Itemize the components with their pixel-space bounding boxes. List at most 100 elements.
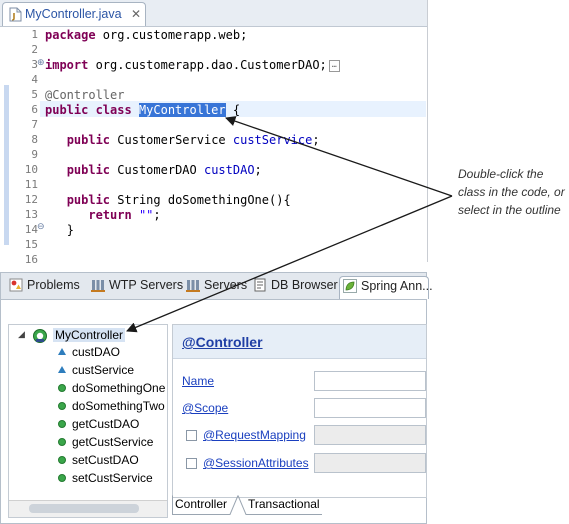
outline-root-mycontroller[interactable]: MyController xyxy=(53,328,126,342)
java-file-icon: J xyxy=(9,7,22,22)
code-text: String doSomethingOne(){ xyxy=(110,193,291,207)
line-number: 8 xyxy=(31,133,38,146)
editor-tab-bar: J MyController.java ✕ xyxy=(0,0,427,27)
tab-problems[interactable]: Problems xyxy=(9,276,85,298)
details-title[interactable]: @Controller xyxy=(182,334,263,350)
method-icon xyxy=(58,420,66,428)
code-text: ; xyxy=(254,163,262,177)
session-attributes-checkbox[interactable] xyxy=(186,458,197,469)
annotation-type-tabs: Controller Transactional xyxy=(172,495,425,515)
outline-item-label: getCustService xyxy=(72,435,154,449)
code-text: } xyxy=(66,223,74,237)
code-text: ; xyxy=(312,133,320,147)
outline-item-setcustservice[interactable]: setCustService xyxy=(58,471,153,485)
code-line-12[interactable]: public CustomerDAO custDAO; xyxy=(45,163,262,177)
session-attributes-input xyxy=(314,453,426,473)
line-number: 12 xyxy=(24,193,38,206)
outline-item-label: setCustService xyxy=(72,471,153,485)
code-line-10[interactable]: public CustomerService custService; xyxy=(45,133,320,147)
tab-spring-annotations[interactable]: Spring Ann... xyxy=(339,276,433,299)
scrollbar-thumb[interactable] xyxy=(29,504,139,513)
scope-link[interactable]: @Scope xyxy=(182,401,228,415)
code-line-15[interactable]: return ""; xyxy=(45,208,161,222)
views-panel: Problems WTP Servers Servers DB Browser … xyxy=(0,272,433,524)
line-number: 11 xyxy=(24,178,38,191)
outline-item-getcustdao[interactable]: getCustDAO xyxy=(58,417,140,431)
scope-input[interactable] xyxy=(314,398,426,418)
method-icon xyxy=(58,474,66,482)
tab-wtp-servers[interactable]: WTP Servers xyxy=(91,276,183,298)
code-keyword: public xyxy=(66,133,111,147)
outline-item-label: custService xyxy=(72,363,135,377)
line-number: 7 xyxy=(31,118,38,131)
request-mapping-checkbox[interactable] xyxy=(186,430,197,441)
views-tab-bar: Problems WTP Servers Servers DB Browser … xyxy=(1,273,433,300)
line-number: 13 xyxy=(24,208,38,221)
tab-label: WTP Servers xyxy=(109,278,184,292)
outline-item-getcustservice[interactable]: getCustService xyxy=(58,435,154,449)
code-text: ; xyxy=(153,208,161,222)
tab-controller[interactable]: Controller xyxy=(175,497,227,516)
line-number: 15 xyxy=(24,238,38,251)
code-line-14[interactable]: public String doSomethingOne(){ xyxy=(45,193,291,207)
tab-servers[interactable]: Servers xyxy=(186,276,248,298)
horizontal-scrollbar[interactable] xyxy=(9,500,167,517)
request-mapping-input xyxy=(314,425,426,445)
outline-item-dosomethingone[interactable]: doSomethingOne xyxy=(58,381,166,395)
close-icon[interactable]: ✕ xyxy=(131,7,141,21)
problems-icon xyxy=(9,278,23,292)
tab-transactional[interactable]: Transactional xyxy=(248,497,320,516)
selected-class-name[interactable]: MyController xyxy=(138,103,226,117)
line-number: 6 xyxy=(31,103,38,116)
code-line-7[interactable]: @Controller xyxy=(45,88,124,102)
code-keyword: public xyxy=(66,163,111,177)
tab-label: Servers xyxy=(204,278,248,292)
name-link[interactable]: Name xyxy=(182,374,214,388)
outline-item-label: custDAO xyxy=(72,345,121,359)
code-keyword: public class xyxy=(45,103,139,117)
session-attributes-link[interactable]: @SessionAttributes xyxy=(203,456,309,470)
code-line-16[interactable]: } xyxy=(45,223,74,237)
outline-item-label: setCustDAO xyxy=(72,453,139,467)
fold-expand-icon[interactable]: ⊕ xyxy=(37,58,45,68)
field-icon xyxy=(58,348,66,355)
editor-tab-mycontroller[interactable]: J MyController.java ✕ xyxy=(2,2,146,26)
code-field: custDAO xyxy=(203,163,255,177)
editor-gutter: 1 2 3 4 5 6 7 8 9 10 11 12 13 14 15 16 ⊕… xyxy=(4,27,45,266)
outline-item-label: doSomethingTwo xyxy=(72,399,165,413)
tab-label: Spring Ann... xyxy=(361,279,433,293)
servers-icon xyxy=(186,280,200,292)
servers-icon xyxy=(91,280,105,292)
outline-item-custdao[interactable]: custDAO xyxy=(58,345,121,359)
outline-item-setcustdao[interactable]: setCustDAO xyxy=(58,453,139,467)
outline-item-custservice[interactable]: custService xyxy=(58,363,135,377)
annotation-outline-tree: ◢ MyController custDAO custService doSom… xyxy=(8,324,168,518)
line-number: 10 xyxy=(24,163,38,176)
collapsed-imports-icon[interactable]: … xyxy=(328,59,340,72)
code-text: org.customerapp.web; xyxy=(95,28,248,42)
tab-label: DB Browser xyxy=(271,278,338,292)
code-line-1[interactable]: package org.customerapp.web; xyxy=(45,28,247,42)
line-number: 3 xyxy=(31,58,38,71)
code-line-3[interactable]: import org.customerapp.dao.CustomerDAO;… xyxy=(45,58,340,72)
name-input[interactable] xyxy=(314,371,426,391)
code-annotation: @Controller xyxy=(45,88,125,102)
line-number: 2 xyxy=(31,43,38,56)
callout-text: Double-click the class in the code, or s… xyxy=(458,167,565,217)
annotation-details-form: @Controller Name @Scope @RequestMapping … xyxy=(172,324,427,498)
chevron-down-icon[interactable]: ◢ xyxy=(18,330,25,340)
code-text: { xyxy=(225,103,241,117)
line-number: 5 xyxy=(31,88,38,101)
fold-collapse-icon[interactable]: ⊖ xyxy=(37,222,45,232)
db-browser-icon xyxy=(254,278,266,292)
line-number: 16 xyxy=(24,253,38,266)
tab-db-browser[interactable]: DB Browser xyxy=(253,276,338,298)
svg-text:J: J xyxy=(12,12,16,21)
outline-item-dosomethingtwo[interactable]: doSomethingTwo xyxy=(58,399,165,413)
spring-leaf-icon xyxy=(343,279,357,293)
line-number: 4 xyxy=(31,73,38,86)
request-mapping-link[interactable]: @RequestMapping xyxy=(203,428,306,442)
code-line-8[interactable]: public class MyController { xyxy=(45,103,240,117)
outline-item-label: doSomethingOne xyxy=(72,381,166,395)
outline-item-label: getCustDAO xyxy=(72,417,140,431)
